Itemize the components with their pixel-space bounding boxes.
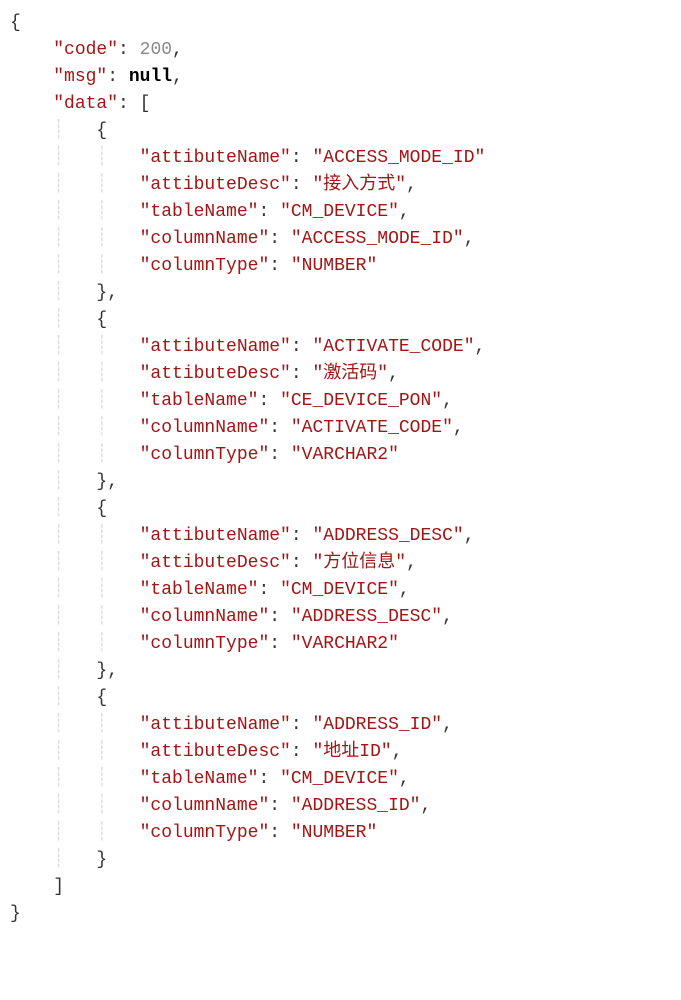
object-open: ┊ { <box>10 496 671 523</box>
prop-line: ┊ ┊ "columnName": "ADDRESS_ID", <box>10 793 671 820</box>
msg-line: "msg": null, <box>10 64 671 91</box>
data-key-line: "data": [ <box>10 91 671 118</box>
object-close: ┊ } <box>10 847 671 874</box>
brace-open: { <box>10 10 671 37</box>
prop-line: ┊ ┊ "tableName": "CE_DEVICE_PON", <box>10 388 671 415</box>
prop-line: ┊ ┊ "attibuteDesc": "地址ID", <box>10 739 671 766</box>
prop-line: ┊ ┊ "tableName": "CM_DEVICE", <box>10 577 671 604</box>
object-open: ┊ { <box>10 685 671 712</box>
json-viewer: { "code": 200, "msg": null, "data": [ ┊ … <box>10 10 671 928</box>
prop-line: ┊ ┊ "columnName": "ADDRESS_DESC", <box>10 604 671 631</box>
prop-line: ┊ ┊ "attibuteDesc": "接入方式", <box>10 172 671 199</box>
prop-line: ┊ ┊ "columnType": "VARCHAR2" <box>10 442 671 469</box>
prop-line: ┊ ┊ "tableName": "CM_DEVICE", <box>10 199 671 226</box>
prop-line: ┊ ┊ "attibuteName": "ADDRESS_DESC", <box>10 523 671 550</box>
prop-line: ┊ ┊ "columnName": "ACCESS_MODE_ID", <box>10 226 671 253</box>
brace-close: } <box>10 901 671 928</box>
object-close: ┊ }, <box>10 280 671 307</box>
prop-line: ┊ ┊ "columnType": "NUMBER" <box>10 820 671 847</box>
prop-line: ┊ ┊ "attibuteDesc": "激活码", <box>10 361 671 388</box>
array-close: ] <box>10 874 671 901</box>
prop-line: ┊ ┊ "attibuteName": "ACCESS_MODE_ID" <box>10 145 671 172</box>
prop-line: ┊ ┊ "tableName": "CM_DEVICE", <box>10 766 671 793</box>
prop-line: ┊ ┊ "columnType": "NUMBER" <box>10 253 671 280</box>
prop-line: ┊ ┊ "columnType": "VARCHAR2" <box>10 631 671 658</box>
object-open: ┊ { <box>10 307 671 334</box>
prop-line: ┊ ┊ "attibuteName": "ACTIVATE_CODE", <box>10 334 671 361</box>
object-close: ┊ }, <box>10 658 671 685</box>
prop-line: ┊ ┊ "attibuteDesc": "方位信息", <box>10 550 671 577</box>
prop-line: ┊ ┊ "attibuteName": "ADDRESS_ID", <box>10 712 671 739</box>
prop-line: ┊ ┊ "columnName": "ACTIVATE_CODE", <box>10 415 671 442</box>
code-line: "code": 200, <box>10 37 671 64</box>
object-close: ┊ }, <box>10 469 671 496</box>
object-open: ┊ { <box>10 118 671 145</box>
